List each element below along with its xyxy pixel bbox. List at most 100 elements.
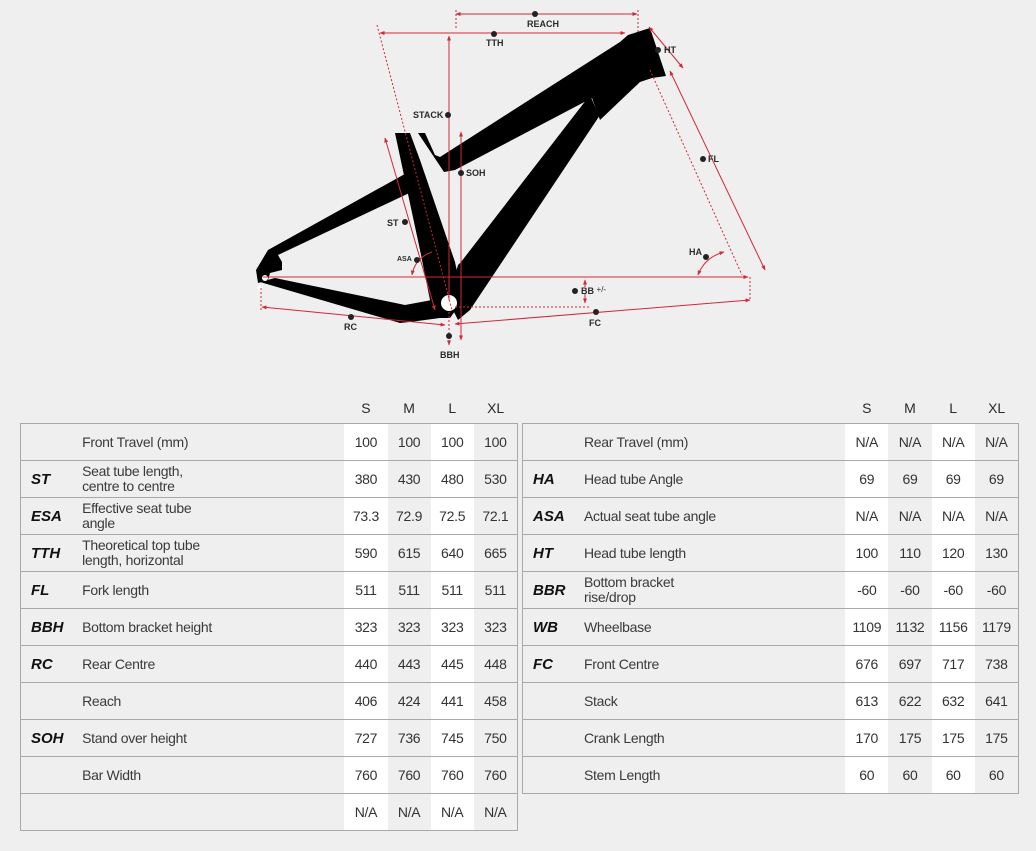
size-header-m: M (904, 400, 916, 416)
value-cell-m: 760 (387, 756, 431, 794)
table-row: TTH Theoretical top tube length, horizonta… (20, 534, 518, 572)
value-cell-xl: 1179 (974, 608, 1019, 646)
value-cell-m: 697 (888, 645, 932, 683)
table-row: Crank Length 170 175 175 175 (521, 719, 1019, 757)
value-cell-m: 622 (888, 682, 932, 720)
row-label: Stand over height (82, 719, 345, 757)
value-cell-xl: 72.1 (473, 497, 518, 535)
st-label: ST (387, 218, 399, 228)
size-header-s: S (361, 400, 371, 416)
row-label: Crank Length (583, 719, 846, 757)
row-abbreviation: ST (20, 460, 83, 498)
row-label (82, 793, 345, 831)
table-row: FC Front Centre 676 697 717 738 (521, 645, 1019, 683)
row-abbreviation (20, 682, 83, 720)
row-label: Reach (82, 682, 345, 720)
value-cell-m: 69 (888, 460, 932, 498)
value-cell-m: N/A (888, 497, 932, 535)
frame-top-tube (418, 28, 666, 172)
row-label-line: centre to centre (82, 478, 175, 494)
value-cell-xl: 760 (473, 756, 518, 794)
value-cell-m: 1132 (888, 608, 932, 646)
table-row: ESA Effective seat tube angle 73.3 72.9 72.5 7… (20, 497, 518, 535)
size-header-row: S M L XL (21, 393, 518, 424)
row-abbreviation: BBR (521, 571, 584, 609)
value-cell-s: 380 (344, 460, 388, 498)
value-cell-m: N/A (387, 793, 431, 831)
asa-dot (414, 257, 420, 263)
value-cell-m: 615 (387, 534, 431, 572)
value-cell-s: 760 (344, 756, 388, 794)
table-row: WB Wheelbase 1109 1132 1156 1179 (521, 608, 1019, 646)
value-cell-xl: 738 (974, 645, 1019, 683)
row-label: Bar Width (82, 756, 345, 794)
value-cell-s: 323 (344, 608, 388, 646)
value-cell-xl: 323 (473, 608, 518, 646)
row-abbreviation: SOH (20, 719, 83, 757)
size-header-l: L (949, 400, 958, 416)
header-spacer (523, 393, 846, 424)
row-abbreviation (20, 793, 83, 831)
value-cell-l: 175 (931, 719, 975, 757)
value-cell-l: 760 (430, 756, 474, 794)
row-label: Actual seat tube angle (583, 497, 846, 535)
table-row: FL Fork length 511 511 511 511 (20, 571, 518, 609)
value-cell-s: 511 (344, 571, 388, 609)
value-cell-xl: N/A (473, 793, 518, 831)
table-row: N/A N/A N/A N/A (20, 793, 518, 831)
row-abbreviation: ASA (521, 497, 584, 535)
stack-dot (445, 112, 451, 118)
fc-dot (593, 309, 599, 315)
row-label: Theoretical top tube length, horizontal (82, 534, 345, 572)
row-abbreviation (20, 756, 83, 794)
value-cell-xl: 511 (473, 571, 518, 609)
row-label: Stack (583, 682, 846, 720)
row-label-line: Theoretical top tube (82, 537, 200, 553)
value-cell-m: 736 (387, 719, 431, 757)
asa-label: ASA (397, 256, 412, 263)
value-cell-l: 69 (931, 460, 975, 498)
row-label-line: rise/drop (583, 589, 636, 605)
geometry-table-right: S M L XL Rear Travel (mm) N/A N/A N/A N/A HA Head … (521, 393, 1019, 794)
value-cell-xl: 458 (473, 682, 518, 720)
value-cell-s: 100 (344, 423, 388, 461)
rear-axle (262, 275, 268, 281)
value-cell-s: 613 (845, 682, 889, 720)
value-cell-s: 1109 (845, 608, 889, 646)
row-label-line: Effective seat tube (82, 500, 192, 516)
value-cell-l: N/A (931, 497, 975, 535)
row-label: Front Travel (mm) (82, 423, 345, 461)
row-label: Bottom bracket rise/drop (583, 571, 846, 609)
table-row: BBH Bottom bracket height 323 323 323 323 (20, 608, 518, 646)
value-cell-m: 60 (888, 756, 932, 794)
table-row: SOH Stand over height 727 736 745 750 (20, 719, 518, 757)
geometry-table-left: S M L XL Front Travel (mm) 100 100 100 100 ST Seat… (20, 393, 518, 831)
row-label: Effective seat tube angle (82, 497, 345, 535)
value-cell-xl: 750 (473, 719, 518, 757)
row-label-line: length, horizontal (82, 552, 184, 568)
value-cell-m: 175 (888, 719, 932, 757)
table-row: Reach 406 424 441 458 (20, 682, 518, 720)
reach-dot (532, 11, 538, 17)
value-cell-l: -60 (931, 571, 975, 609)
value-cell-s: -60 (845, 571, 889, 609)
row-label: Fork length (82, 571, 345, 609)
value-cell-l: 60 (931, 756, 975, 794)
row-label-line: angle (82, 515, 115, 531)
frame-geometry-diagram: REACH TTH HT STACK SOH FL ST ASA HA BB +… (256, 10, 766, 360)
value-cell-xl: 60 (974, 756, 1019, 794)
value-cell-m: 72.9 (387, 497, 431, 535)
row-abbreviation: RC (20, 645, 83, 683)
value-cell-l: 323 (430, 608, 474, 646)
rear-dropout-hole (257, 285, 263, 291)
value-cell-s: 440 (344, 645, 388, 683)
value-cell-l: 640 (430, 534, 474, 572)
size-header-l: L (448, 400, 457, 416)
value-cell-l: 445 (430, 645, 474, 683)
table-row: HT Head tube length 100 110 120 130 (521, 534, 1019, 572)
fl-extension (649, 69, 743, 276)
value-cell-xl: 448 (473, 645, 518, 683)
value-cell-xl: 100 (473, 423, 518, 461)
value-cell-l: 72.5 (430, 497, 474, 535)
bb-dot (572, 288, 578, 294)
